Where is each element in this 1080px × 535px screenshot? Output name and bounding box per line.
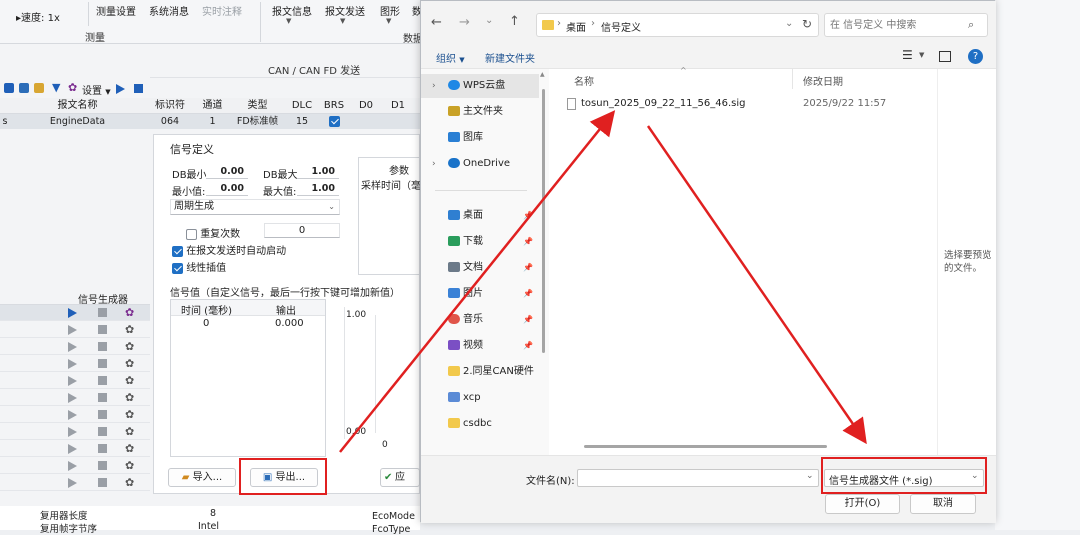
arrow-file-to-filetype [646, 125, 867, 445]
arrow-export-to-file [339, 110, 616, 453]
annotation-arrows [339, 110, 867, 453]
